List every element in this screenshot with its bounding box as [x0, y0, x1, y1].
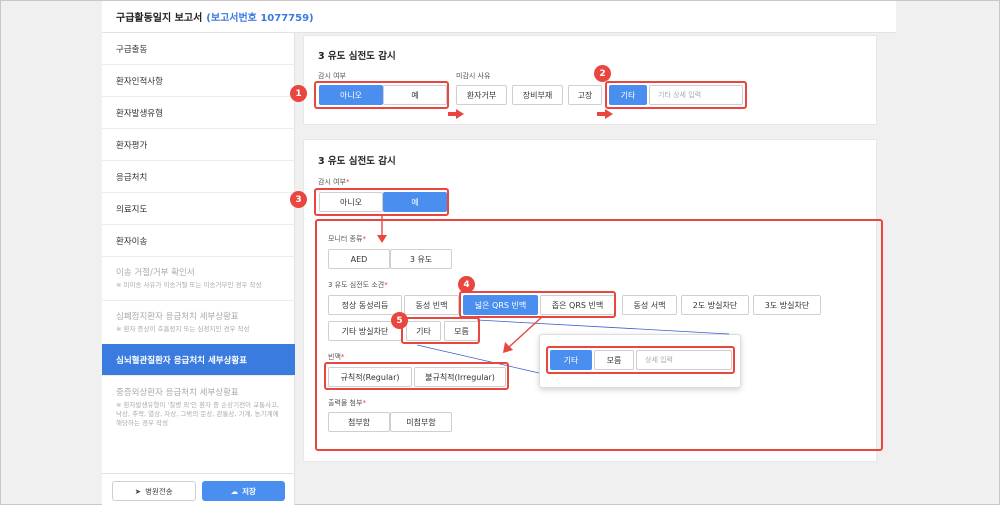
send-icon: ➤ — [134, 486, 142, 496]
step-badge-5: 5 — [391, 312, 408, 329]
report-title: 구급활동일지 보고서 — [116, 13, 203, 24]
sidebar-item-cardio-cerebro[interactable]: 심뇌혈관질환자 응급처치 세부상황표 — [102, 344, 295, 376]
send-button[interactable]: ➤ 병원전송 — [112, 481, 196, 501]
step-badge-3: 3 — [290, 191, 307, 208]
reason-label: 미감시 사유 — [456, 72, 491, 80]
sidebar-item-patient-info[interactable]: 환자인적사항 — [102, 65, 295, 97]
sidebar-item-refusal[interactable]: 이송 거절/거부 확인서 ※ 미이송 사유가 이송거절 또는 이송거부인 경우 … — [102, 257, 295, 301]
sidebar-item-medical-guidance[interactable]: 의료지도 — [102, 193, 295, 225]
reason-no-equipment-button[interactable]: 장비부재 — [512, 85, 563, 105]
card-title: 3 유도 심전도 감시 — [318, 51, 396, 62]
highlight-box-rate — [324, 362, 509, 390]
highlight-box-5 — [401, 317, 480, 344]
highlight-box-4 — [459, 291, 616, 318]
monitor-label: 감시 여부* — [318, 178, 350, 186]
save-button[interactable]: ☁ 저장 — [201, 481, 285, 501]
sidebar-item-cardiac-arrest[interactable]: 심폐정지환자 응급처치 세부상황표 ※ 환자 증상이 호흡정지 또는 심정지인 … — [102, 301, 295, 345]
sidebar-item-dispatch[interactable]: 구급출동 — [102, 33, 295, 65]
cloud-upload-icon: ☁ — [230, 486, 239, 496]
sidebar-item-assessment[interactable]: 환자평가 — [102, 129, 295, 161]
highlight-box-3 — [314, 188, 449, 216]
sidebar: 구급출동 환자인적사항 환자발생유형 환자평가 응급처치 의료지도 환자이송 이… — [102, 33, 295, 505]
reason-refusal-button[interactable]: 환자거부 — [456, 85, 507, 105]
sidebar-item-first-aid[interactable]: 응급처치 — [102, 161, 295, 193]
monitor-label: 감시 여부 — [318, 72, 346, 80]
ecg-card-before: 3 유도 심전도 감시 감시 여부 아니오 예 미감시 사유 환자거부 장비부재… — [303, 35, 877, 125]
report-number: (보고서번호 1077759) — [206, 13, 314, 24]
sidebar-item-incident-type[interactable]: 환자발생유형 — [102, 97, 295, 129]
step-badge-4: 4 — [458, 276, 475, 293]
highlight-box-2 — [605, 81, 747, 109]
step-badge-1: 1 — [290, 85, 307, 102]
reason-broken-button[interactable]: 고장 — [568, 85, 602, 105]
sidebar-footer: ➤ 병원전송 ☁ 저장 — [102, 473, 295, 505]
highlight-box-popup — [546, 346, 735, 374]
sidebar-item-transport[interactable]: 환자이송 — [102, 225, 295, 257]
card-title: 3 유도 심전도 감시 — [318, 156, 396, 167]
report-header: 구급활동일지 보고서 (보고서번호 1077759) — [102, 1, 896, 33]
step-badge-2: 2 — [594, 65, 611, 82]
sidebar-item-trauma[interactable]: 중증외상환자 응급처치 세부상황표 ※ 환자발생유형이 '질병 외'인 환자 중… — [102, 376, 295, 438]
app-frame: 구급활동일지 보고서 (보고서번호 1077759) 구급출동 환자인적사항 환… — [0, 0, 1000, 505]
highlight-box-1 — [314, 81, 449, 109]
